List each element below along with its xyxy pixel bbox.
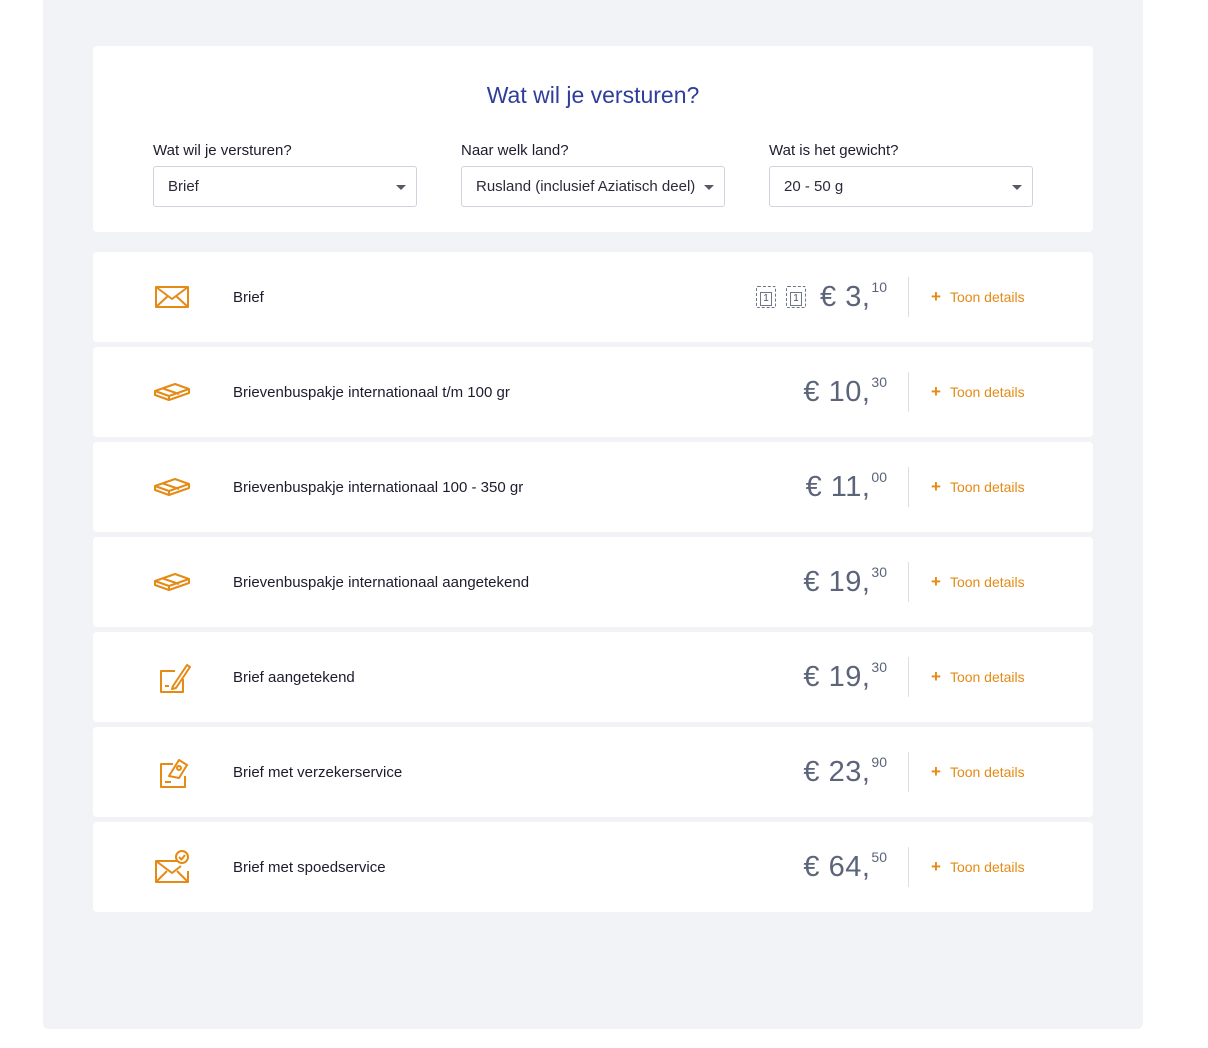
divider <box>908 657 909 697</box>
divider <box>908 847 909 887</box>
plus-icon: + <box>931 287 941 306</box>
product-name: Brief met spoedservice <box>233 858 386 876</box>
result-row-brief-aangetekend: Brief aangetekend € 19, 30 + Toon detail… <box>93 632 1093 722</box>
shipment-type-label: Wat wil je versturen? <box>153 142 292 159</box>
shipment-type-field: Wat wil je versturen? Brief <box>153 142 417 207</box>
divider <box>908 562 909 602</box>
show-details-button[interactable]: + Toon details <box>931 632 1025 722</box>
signed-letter-icon <box>153 659 191 695</box>
price-main: € 10, <box>803 375 871 408</box>
product-price: € 19, 30 <box>803 537 887 627</box>
price-decimals: 50 <box>871 849 887 865</box>
product-price: € 11, 00 <box>806 442 887 532</box>
weight-label: Wat is het gewicht? <box>769 142 899 159</box>
shipment-type-value: Brief <box>168 178 199 195</box>
price-decimals: 30 <box>871 374 887 390</box>
country-select[interactable]: Rusland (inclusief Aziatisch deel) <box>461 166 725 207</box>
result-row-verzekerservice: Brief met verzekerservice € 23, 90 + Too… <box>93 727 1093 817</box>
product-name: Brievenbuspakje internationaal 100 - 350… <box>233 478 524 496</box>
result-row-brief: Brief 1 1 € 3, 10 + Toon details <box>93 252 1093 342</box>
plus-icon: + <box>931 667 941 686</box>
stamp-icon: 1 <box>756 286 777 308</box>
express-letter-icon <box>153 849 191 885</box>
result-row-pakje-aangetekend: Brievenbuspakje internationaal aangeteke… <box>93 537 1093 627</box>
product-name: Brief <box>233 288 264 306</box>
price-main: € 64, <box>803 850 871 883</box>
show-details-button[interactable]: + Toon details <box>931 537 1025 627</box>
price-decimals: 10 <box>871 279 887 295</box>
product-name: Brievenbuspakje internationaal aangeteke… <box>233 573 530 591</box>
package-icon <box>153 469 191 505</box>
package-icon <box>153 564 191 600</box>
show-details-button[interactable]: + Toon details <box>931 442 1025 532</box>
weight-field: Wat is het gewicht? 20 - 50 g <box>769 142 1033 207</box>
divider <box>908 752 909 792</box>
show-details-button[interactable]: + Toon details <box>931 252 1025 342</box>
show-details-button[interactable]: + Toon details <box>931 347 1025 437</box>
insured-letter-icon <box>153 754 191 790</box>
show-details-label: Toon details <box>949 859 1025 875</box>
chevron-down-icon <box>704 185 714 190</box>
result-row-spoedservice: Brief met spoedservice € 64, 50 + Toon d… <box>93 822 1093 912</box>
price-main: € 11, <box>805 470 871 503</box>
result-row-pakje-100: Brievenbuspakje internationaal t/m 100 g… <box>93 347 1093 437</box>
result-row-pakje-350: Brievenbuspakje internationaal 100 - 350… <box>93 442 1093 532</box>
plus-icon: + <box>931 857 941 876</box>
show-details-label: Toon details <box>949 764 1025 780</box>
divider <box>908 467 909 507</box>
price-main: € 19, <box>803 565 871 598</box>
show-details-label: Toon details <box>949 669 1025 685</box>
product-price: € 23, 90 <box>803 727 887 817</box>
show-details-label: Toon details <box>949 574 1025 590</box>
country-value: Rusland (inclusief Aziatisch deel) <box>476 178 696 195</box>
country-label: Naar welk land? <box>461 142 569 159</box>
divider <box>908 277 909 317</box>
show-details-label: Toon details <box>949 479 1025 495</box>
product-name: Brievenbuspakje internationaal t/m 100 g… <box>233 383 510 401</box>
price-decimals: 30 <box>871 564 887 580</box>
price-decimals: 00 <box>871 469 887 485</box>
chevron-down-icon <box>396 185 406 190</box>
product-price: € 19, 30 <box>803 632 887 722</box>
shipment-type-select[interactable]: Brief <box>153 166 417 207</box>
selector-title: Wat wil je versturen? <box>486 82 700 108</box>
price-main: € 23, <box>803 755 871 788</box>
price-main: € 19, <box>803 660 871 693</box>
plus-icon: + <box>931 762 941 781</box>
price-main: € 3, <box>820 280 871 313</box>
divider <box>908 372 909 412</box>
product-name: Brief aangetekend <box>233 668 355 686</box>
product-price: € 10, 30 <box>803 347 887 437</box>
price-decimals: 30 <box>871 659 887 675</box>
product-name: Brief met verzekerservice <box>233 763 403 781</box>
weight-select[interactable]: 20 - 50 g <box>769 166 1033 207</box>
chevron-down-icon <box>1012 185 1022 190</box>
envelope-icon <box>153 279 191 315</box>
package-icon <box>153 374 191 410</box>
plus-icon: + <box>931 477 941 496</box>
page-background: Wat wil je versturen? Wat wil je verstur… <box>43 0 1143 1029</box>
product-price: € 64, 50 <box>803 822 887 912</box>
show-details-button[interactable]: + Toon details <box>931 822 1025 912</box>
stamp-icon: 1 <box>786 286 807 308</box>
show-details-label: Toon details <box>949 384 1025 400</box>
shipment-selector: Wat wil je versturen? Wat wil je verstur… <box>93 46 1093 232</box>
price-decimals: 90 <box>871 754 887 770</box>
show-details-button[interactable]: + Toon details <box>931 727 1025 817</box>
plus-icon: + <box>931 572 941 591</box>
weight-value: 20 - 50 g <box>784 178 844 195</box>
country-field: Naar welk land? Rusland (inclusief Aziat… <box>461 142 725 207</box>
show-details-label: Toon details <box>949 289 1025 305</box>
plus-icon: + <box>931 382 941 401</box>
product-price: 1 1 € 3, 10 <box>756 252 887 342</box>
